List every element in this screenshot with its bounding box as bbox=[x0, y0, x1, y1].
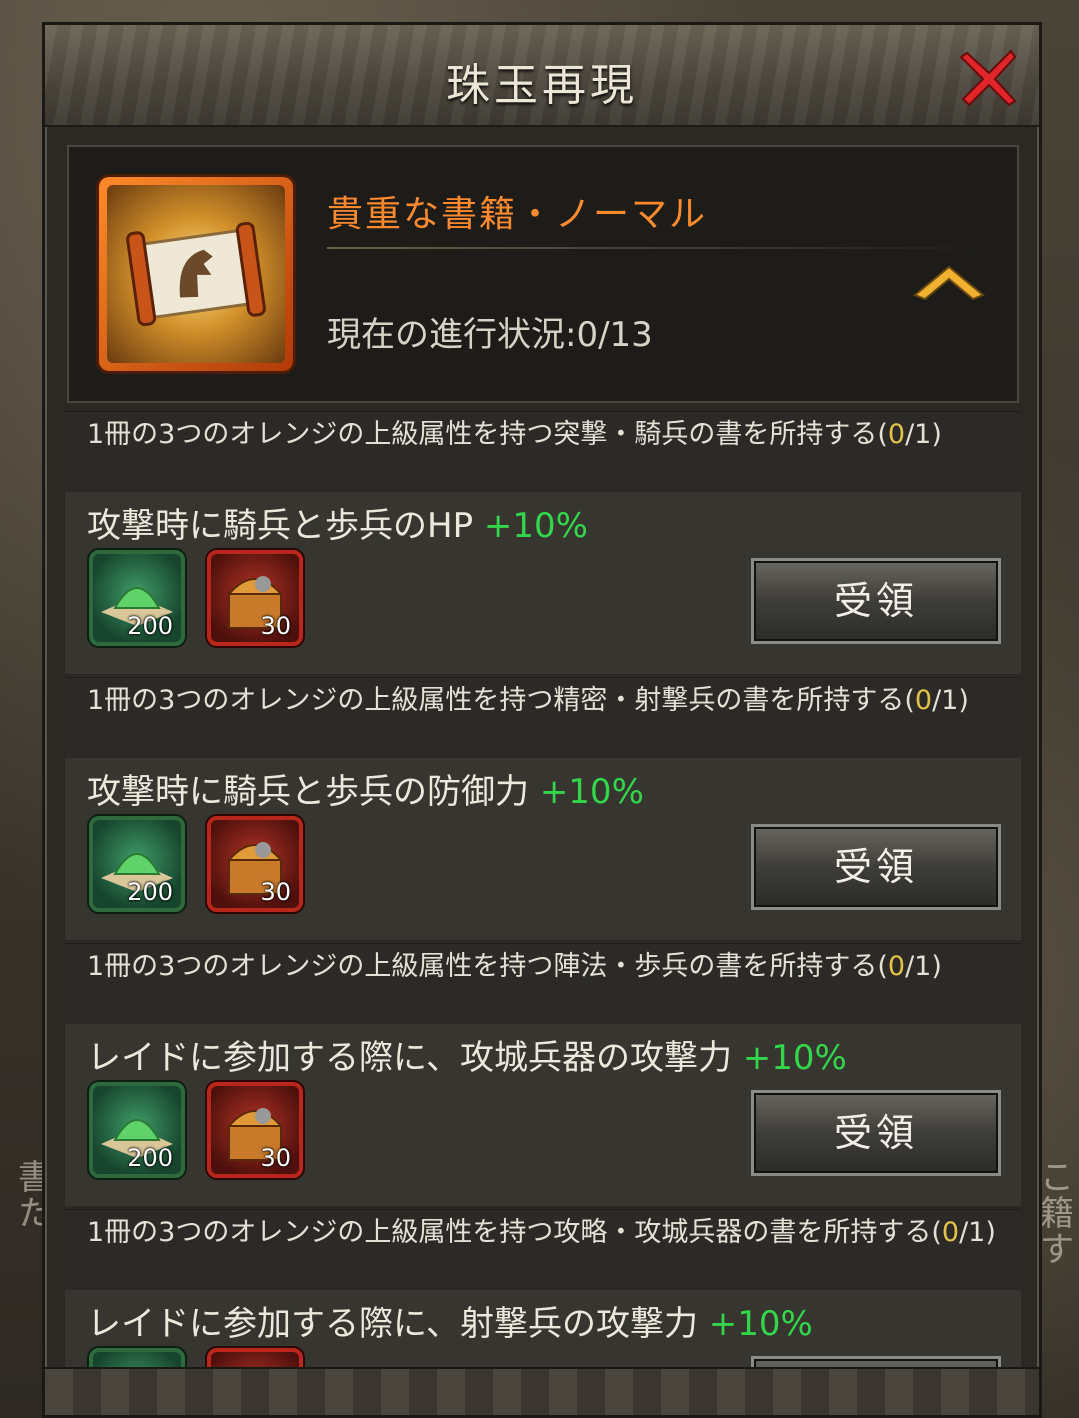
dialog-header: 珠玉再現 bbox=[45, 25, 1039, 127]
claim-button[interactable]: 受領 bbox=[751, 824, 1001, 910]
bonus-percent: +10% bbox=[483, 506, 588, 546]
task-requirement: 1冊の3つのオレンジの上級属性を持つ陣法・歩兵の書を所持する(0/1) bbox=[87, 950, 1007, 984]
book-name: 貴重な書籍・ノーマル bbox=[327, 194, 708, 235]
bonus-text: 攻撃時に騎兵と歩兵のHP bbox=[87, 506, 484, 546]
overall-progress: 現在の進行状況:0/13 bbox=[327, 315, 653, 355]
task-requirement: 1冊の3つのオレンジの上級属性を持つ精密・射撃兵の書を所持する(0/1) bbox=[87, 684, 1007, 718]
bonus-text: 攻撃時に騎兵と歩兵の防御力 bbox=[87, 772, 540, 812]
emerald-reward-icon[interactable]: 200 bbox=[89, 1082, 185, 1178]
reward-count: 30 bbox=[260, 612, 291, 640]
task-requirement: 1冊の3つのオレンジの上級属性を持つ突撃・騎兵の書を所持する(0/1) bbox=[87, 418, 1007, 452]
treasure-chest-icon[interactable]: 30 bbox=[207, 816, 303, 912]
task-requirement-band: 1冊の3つのオレンジの上級属性を持つ突撃・騎兵の書を所持する(0/1) bbox=[65, 412, 1021, 492]
requirement-total: /1) bbox=[932, 685, 969, 716]
reward-count: 200 bbox=[127, 1144, 173, 1172]
book-summary-card: 貴重な書籍・ノーマル 現在の進行状況:0/13 bbox=[67, 145, 1019, 403]
bonus-percent: +10% bbox=[708, 1304, 813, 1344]
task-row: 1冊の3つのオレンジの上級属性を持つ精密・射撃兵の書を所持する(0/1) 攻撃時… bbox=[65, 677, 1021, 940]
requirement-progress: 0 bbox=[914, 685, 933, 716]
requirement-total: /1) bbox=[905, 951, 942, 982]
requirement-progress: 0 bbox=[887, 951, 906, 982]
bonus-percent: +10% bbox=[742, 1038, 847, 1078]
bonus-text: レイドに参加する際に、攻城兵器の攻撃力 bbox=[87, 1038, 743, 1078]
requirement-progress: 0 bbox=[887, 419, 906, 450]
bonus-text: レイドに参加する際に、射撃兵の攻撃力 bbox=[87, 1304, 709, 1344]
requirement-text: 1冊の3つのオレンジの上級属性を持つ陣法・歩兵の書を所持する( bbox=[87, 951, 888, 982]
task-bonus: レイドに参加する際に、射撃兵の攻撃力 +10% bbox=[87, 1296, 813, 1345]
close-icon[interactable] bbox=[957, 45, 1021, 109]
emerald-reward-icon[interactable]: 200 bbox=[89, 816, 185, 912]
chevron-up-icon[interactable] bbox=[911, 259, 987, 303]
treasure-chest-icon[interactable]: 30 bbox=[207, 550, 303, 646]
divider bbox=[327, 247, 987, 249]
reward-count: 30 bbox=[260, 1144, 291, 1172]
reward-count: 30 bbox=[260, 878, 291, 906]
task-bonus: 攻撃時に騎兵と歩兵の防御力 +10% bbox=[87, 764, 644, 813]
reward-count: 200 bbox=[127, 878, 173, 906]
task-row: 1冊の3つのオレンジの上級属性を持つ陣法・歩兵の書を所持する(0/1) レイドに… bbox=[65, 943, 1021, 1206]
requirement-text: 1冊の3つのオレンジの上級属性を持つ攻略・攻城兵器の書を所持する( bbox=[87, 1217, 942, 1248]
requirement-text: 1冊の3つのオレンジの上級属性を持つ精密・射撃兵の書を所持する( bbox=[87, 685, 915, 716]
jewel-reproduction-dialog: 珠玉再現 貴重な書籍・ノーマル 現在の進行状況:0/13 1冊の3つのオレンジの… bbox=[42, 22, 1042, 1418]
emerald-reward-icon[interactable]: 200 bbox=[89, 550, 185, 646]
task-requirement: 1冊の3つのオレンジの上級属性を持つ攻略・攻城兵器の書を所持する(0/1) bbox=[87, 1216, 1007, 1250]
task-row: 1冊の3つのオレンジの上級属性を持つ突撃・騎兵の書を所持する(0/1) 攻撃時に… bbox=[65, 411, 1021, 674]
task-bonus: 攻撃時に騎兵と歩兵のHP +10% bbox=[87, 498, 588, 547]
task-requirement-band: 1冊の3つのオレンジの上級属性を持つ精密・射撃兵の書を所持する(0/1) bbox=[65, 678, 1021, 758]
reward-count: 200 bbox=[127, 612, 173, 640]
bonus-percent: +10% bbox=[539, 772, 644, 812]
dialog-title: 珠玉再現 bbox=[446, 60, 638, 111]
task-bonus: レイドに参加する際に、攻城兵器の攻撃力 +10% bbox=[87, 1030, 847, 1079]
treasure-chest-icon[interactable]: 30 bbox=[207, 1082, 303, 1178]
requirement-total: /1) bbox=[959, 1217, 996, 1248]
claim-button[interactable]: 受領 bbox=[751, 558, 1001, 644]
task-requirement-band: 1冊の3つのオレンジの上級属性を持つ陣法・歩兵の書を所持する(0/1) bbox=[65, 944, 1021, 1024]
claim-button[interactable]: 受領 bbox=[751, 1090, 1001, 1176]
scroll-icon bbox=[107, 185, 285, 363]
book-icon-frame bbox=[99, 177, 293, 371]
background-text-right: こ 籍 す bbox=[1040, 1158, 1074, 1270]
requirement-text: 1冊の3つのオレンジの上級属性を持つ突撃・騎兵の書を所持する( bbox=[87, 419, 888, 450]
task-requirement-band: 1冊の3つのオレンジの上級属性を持つ攻略・攻城兵器の書を所持する(0/1) bbox=[65, 1210, 1021, 1290]
requirement-total: /1) bbox=[905, 419, 942, 450]
requirement-progress: 0 bbox=[941, 1217, 960, 1248]
dialog-bottom-border bbox=[45, 1367, 1039, 1415]
